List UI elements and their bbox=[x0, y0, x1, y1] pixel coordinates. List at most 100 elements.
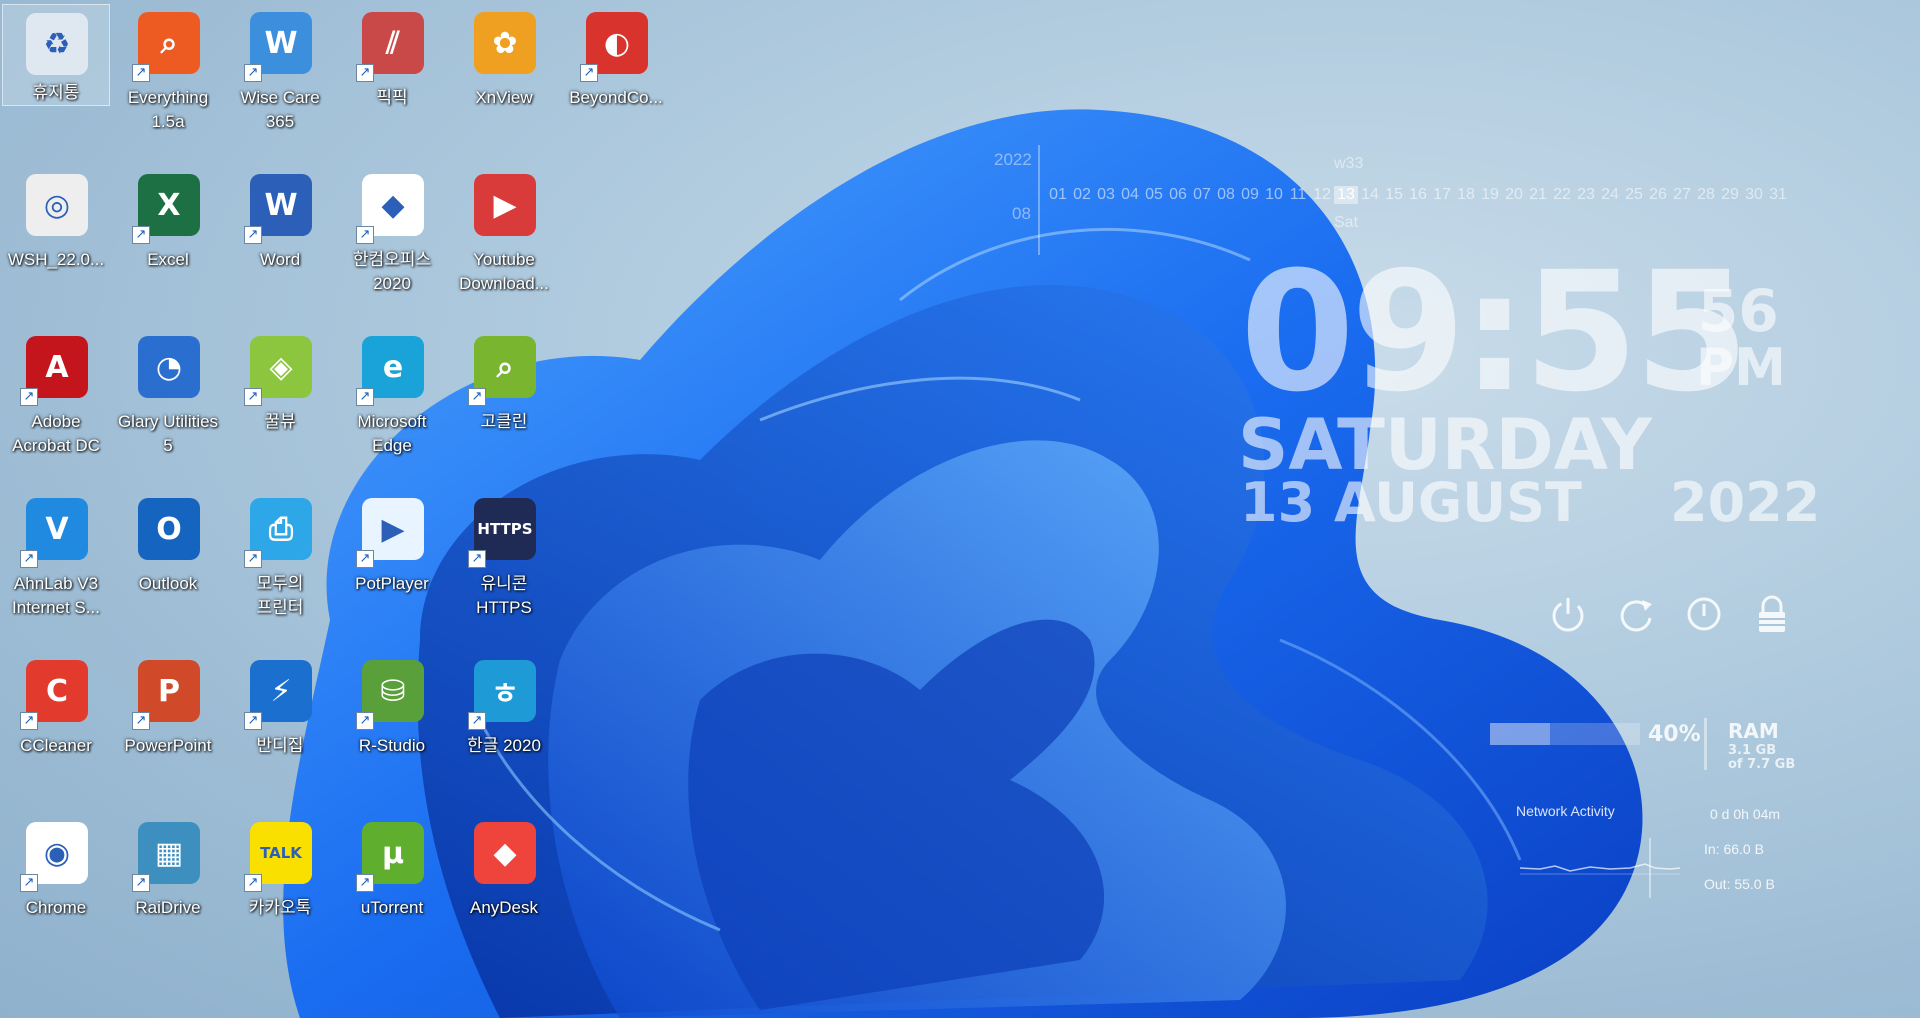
desktop-icon[interactable]: ⎙ ↗ 모두의 프린터 bbox=[226, 490, 334, 640]
icon-glyph: ◎ bbox=[26, 174, 88, 236]
shortcut-arrow-icon: ↗ bbox=[244, 550, 262, 568]
desktop-icon[interactable]: ㅎ ↗ 한글 2020 bbox=[450, 652, 558, 802]
desktop-icon[interactable]: ▶ Youtube Download... bbox=[450, 166, 558, 316]
calendar-days-strip: 01 02 03 04 05 06 07 08 09 10 11 12 13 14 15 16 17 18 19 20… bbox=[1046, 186, 1790, 204]
network-activity-graph bbox=[1520, 838, 1680, 898]
shortcut-arrow-icon: ↗ bbox=[356, 712, 374, 730]
shortcut-arrow-icon: ↗ bbox=[132, 226, 150, 244]
desktop-icon-label: R-Studio bbox=[358, 736, 426, 755]
shutdown-icon[interactable] bbox=[1682, 592, 1726, 636]
calendar-day: 15 bbox=[1385, 186, 1403, 203]
desktop-icon[interactable]: W ↗ Wise Care 365 bbox=[226, 4, 334, 154]
calendar-day: 22 bbox=[1553, 186, 1571, 203]
desktop-icon[interactable]: ⌕ ↗ 고클린 bbox=[450, 328, 558, 478]
desktop-icon[interactable]: ✿ XnView bbox=[450, 4, 558, 154]
desktop-icon[interactable]: ◉ ↗ Chrome bbox=[2, 814, 110, 964]
desktop-icon-label: CCleaner bbox=[20, 736, 92, 755]
unicorn-https-icon: HTTPS ↗ bbox=[468, 496, 540, 568]
shortcut-arrow-icon: ↗ bbox=[244, 874, 262, 892]
calendar-day: 06 bbox=[1169, 186, 1187, 203]
desktop-icon-label: 카카오톡 bbox=[248, 898, 312, 917]
desktop-icon[interactable]: ⛁ ↗ R-Studio bbox=[338, 652, 446, 802]
icon-glyph: ◔ bbox=[138, 336, 200, 398]
restart-icon[interactable] bbox=[1614, 592, 1658, 636]
ram-label: RAM bbox=[1728, 719, 1779, 743]
desktop-icon[interactable]: O Outlook bbox=[114, 490, 222, 640]
desktop-icon-label: Outlook bbox=[138, 574, 198, 593]
acrobat-icon: A ↗ bbox=[20, 334, 92, 406]
printer-icon: ⎙ ↗ bbox=[244, 496, 316, 568]
desktop-icon[interactable]: ◆ AnyDesk bbox=[450, 814, 558, 964]
recycle-bin-icon: ♻ bbox=[20, 11, 92, 77]
desktop-icon[interactable]: ◈ ↗ 꿀뷰 bbox=[226, 328, 334, 478]
calendar-day: 25 bbox=[1625, 186, 1643, 203]
ram-used: 3.1 GB bbox=[1728, 743, 1777, 758]
desktop-icon-label: 픽픽 bbox=[376, 88, 408, 107]
calendar-day: 29 bbox=[1721, 186, 1739, 203]
calendar-day: 30 bbox=[1745, 186, 1763, 203]
desktop-icon[interactable]: ▶ ↗ PotPlayer bbox=[338, 490, 446, 640]
desktop-icon[interactable]: C ↗ CCleaner bbox=[2, 652, 110, 802]
desktop-icon[interactable]: ⫽ ↗ 픽픽 bbox=[338, 4, 446, 154]
desktop-icon[interactable]: P ↗ PowerPoint bbox=[114, 652, 222, 802]
desktop-icon-label: Wise Care 365 bbox=[240, 88, 320, 131]
r-studio-icon: ⛁ ↗ bbox=[356, 658, 428, 730]
outlook-icon: O bbox=[132, 496, 204, 568]
word-icon: W ↗ bbox=[244, 172, 316, 244]
lock-icon[interactable] bbox=[1750, 592, 1794, 636]
desktop-icon[interactable]: X ↗ Excel bbox=[114, 166, 222, 316]
shortcut-arrow-icon: ↗ bbox=[580, 64, 598, 82]
desktop-icon[interactable]: A ↗ Adobe Acrobat DC bbox=[2, 328, 110, 478]
desktop-icon-label: 휴지통 bbox=[32, 83, 80, 102]
hancom-office-icon: ◆ ↗ bbox=[356, 172, 428, 244]
desktop-icon[interactable]: ◔ Glary Utilities 5 bbox=[114, 328, 222, 478]
shortcut-arrow-icon: ↗ bbox=[20, 874, 38, 892]
icon-glyph: ♻ bbox=[26, 13, 88, 75]
potplayer-icon: ▶ ↗ bbox=[356, 496, 428, 568]
shortcut-arrow-icon: ↗ bbox=[468, 388, 486, 406]
desktop-icon[interactable]: HTTPS ↗ 유니콘 HTTPS bbox=[450, 490, 558, 640]
power-icon[interactable] bbox=[1546, 592, 1590, 636]
desktop-icon[interactable]: ⌕ ↗ Everything 1.5a bbox=[114, 4, 222, 154]
ahnlab-v3-icon: V ↗ bbox=[20, 496, 92, 568]
desktop-icon[interactable]: e ↗ Microsoft Edge bbox=[338, 328, 446, 478]
desktop-icon[interactable]: W ↗ Word bbox=[226, 166, 334, 316]
calendar-day: 19 bbox=[1481, 186, 1499, 203]
goclean-icon: ⌕ ↗ bbox=[468, 334, 540, 406]
clock-ampm: PM bbox=[1696, 338, 1786, 398]
shortcut-arrow-icon: ↗ bbox=[356, 388, 374, 406]
hangul-icon: ㅎ ↗ bbox=[468, 658, 540, 730]
desktop-icon[interactable]: ⚡ ↗ 반디집 bbox=[226, 652, 334, 802]
shortcut-arrow-icon: ↗ bbox=[356, 226, 374, 244]
ram-divider bbox=[1704, 718, 1707, 770]
ram-usage-bar bbox=[1490, 723, 1640, 745]
anydesk-icon: ◆ bbox=[468, 820, 540, 892]
shortcut-arrow-icon: ↗ bbox=[244, 388, 262, 406]
desktop-icon-label: Glary Utilities 5 bbox=[117, 412, 219, 455]
calendar-day: 18 bbox=[1457, 186, 1475, 203]
desktop-icon[interactable]: TALK ↗ 카카오톡 bbox=[226, 814, 334, 964]
desktop-icon-label: PowerPoint bbox=[124, 736, 212, 755]
shortcut-arrow-icon: ↗ bbox=[356, 550, 374, 568]
calendar-day: 11 bbox=[1289, 186, 1307, 203]
utorrent-icon: µ ↗ bbox=[356, 820, 428, 892]
desktop-icon[interactable]: V ↗ AhnLab V3 Internet S... bbox=[2, 490, 110, 640]
desktop-icon[interactable]: ◆ ↗ 한컴오피스 2020 bbox=[338, 166, 446, 316]
desktop-icon[interactable]: ▦ ↗ RaiDrive bbox=[114, 814, 222, 964]
network-activity-title: Network Activity bbox=[1516, 803, 1615, 819]
ram-total: of 7.7 GB bbox=[1728, 757, 1796, 772]
disc-image-file-icon: ◎ bbox=[20, 172, 92, 244]
chrome-icon: ◉ ↗ bbox=[20, 820, 92, 892]
ram-percent: 40% bbox=[1648, 722, 1701, 747]
clock-date: 13 AUGUST bbox=[1240, 471, 1582, 534]
bandizip-icon: ⚡ ↗ bbox=[244, 658, 316, 730]
desktop-icon[interactable]: ◐ ↗ BeyondCo... bbox=[562, 4, 670, 154]
shortcut-arrow-icon: ↗ bbox=[132, 64, 150, 82]
desktop-icon-label: Microsoft Edge bbox=[357, 412, 427, 455]
network-out: Out: 55.0 B bbox=[1704, 876, 1775, 892]
desktop-icon[interactable]: ◎ WSH_22.0... bbox=[2, 166, 110, 316]
desktop-icon[interactable]: ♻ 휴지통 bbox=[2, 4, 110, 106]
icon-glyph: ▶ bbox=[474, 174, 536, 236]
desktop-icon[interactable]: µ ↗ uTorrent bbox=[338, 814, 446, 964]
calendar-day: 13 bbox=[1334, 186, 1358, 204]
